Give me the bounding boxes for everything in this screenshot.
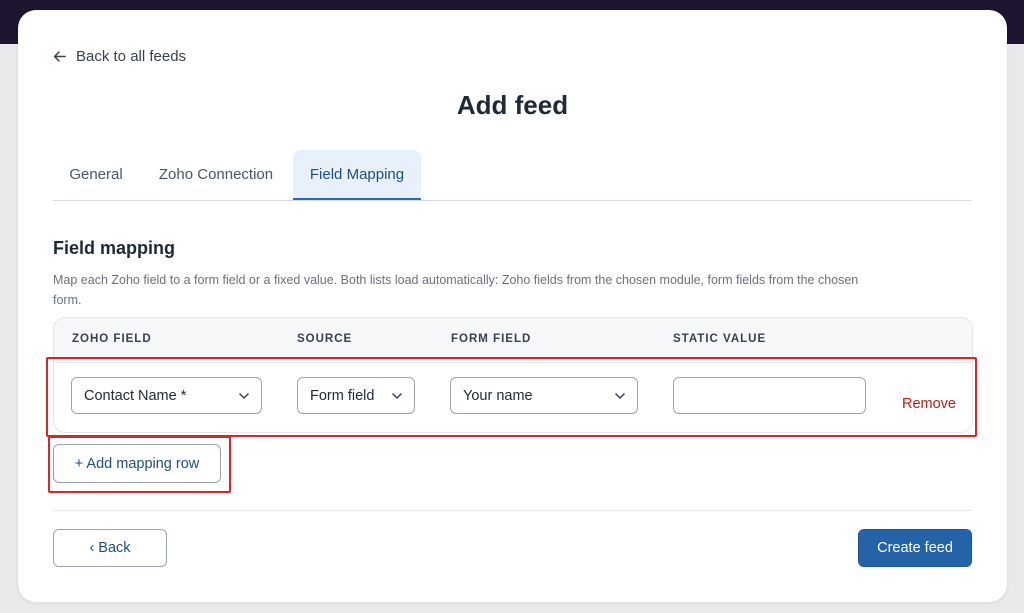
footer-divider xyxy=(53,510,972,511)
chevron-down-icon xyxy=(392,393,402,400)
tab-zoho-connection[interactable]: Zoho Connection xyxy=(139,150,293,199)
chevron-down-icon xyxy=(239,393,249,400)
column-header-zoho-field: ZOHO FIELD xyxy=(72,333,152,345)
zoho-field-select[interactable]: Contact Name * xyxy=(71,377,262,414)
zoho-field-value: Contact Name * xyxy=(84,387,187,404)
page-title: Add feed xyxy=(456,90,569,120)
section-title: Field mapping xyxy=(53,238,176,258)
source-value: Form field xyxy=(310,387,375,404)
mapping-table: ZOHO FIELD SOURCE FORM FIELD STATIC VALU… xyxy=(53,317,973,433)
column-header-source: SOURCE xyxy=(297,333,353,345)
tab-field-mapping[interactable]: Field Mapping xyxy=(293,150,421,200)
add-feed-card: Back to all feeds Add feed General Zoho … xyxy=(18,10,1007,602)
form-field-value: Your name xyxy=(463,387,533,404)
static-value-input[interactable] xyxy=(673,377,866,414)
remove-row-link[interactable]: Remove xyxy=(902,396,956,412)
back-to-feeds-label: Back to all feeds xyxy=(76,47,187,65)
add-mapping-row-button[interactable]: + Add mapping row xyxy=(53,444,221,483)
create-feed-button[interactable]: Create feed xyxy=(858,529,972,567)
back-button[interactable]: ‹ Back xyxy=(53,529,167,567)
mapping-table-header: ZOHO FIELD SOURCE FORM FIELD STATIC VALU… xyxy=(54,318,972,363)
section-description: Map each Zoho field to a form field or a… xyxy=(53,273,859,307)
column-header-static-value: STATIC VALUE xyxy=(673,333,767,345)
arrow-left-icon xyxy=(53,50,66,62)
form-field-select[interactable]: Your name xyxy=(450,377,638,414)
column-header-form-field: FORM FIELD xyxy=(451,333,532,345)
chevron-down-icon xyxy=(615,393,625,400)
back-to-feeds-link[interactable]: Back to all feeds xyxy=(53,46,186,66)
tab-bar: General Zoho Connection Field Mapping xyxy=(53,150,972,201)
tab-general[interactable]: General xyxy=(53,150,139,199)
source-select[interactable]: Form field xyxy=(297,377,415,414)
